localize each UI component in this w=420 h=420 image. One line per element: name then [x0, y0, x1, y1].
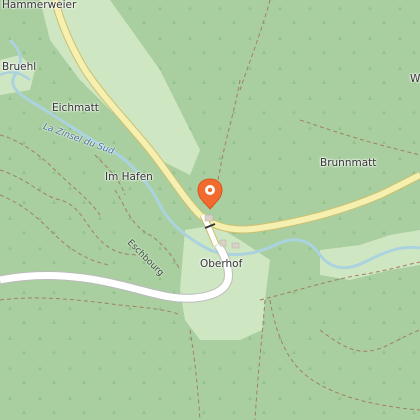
place-label-bruehl: Bruehl — [2, 61, 37, 73]
location-pin-icon[interactable] — [197, 178, 223, 210]
place-label-edge: W — [410, 73, 420, 85]
place-label-im-hafen: Im Hafen — [105, 171, 153, 183]
place-label-brunnmatt: Brunnmatt — [320, 157, 377, 169]
place-label-eichmatt: Eichmatt — [52, 102, 99, 114]
map-view[interactable]: Hammerweier Bruehl Eichmatt Im Hafen Bru… — [0, 0, 420, 420]
place-label-oberhof: Oberhof — [200, 258, 243, 270]
place-label-hammerweier: Hammerweier — [2, 0, 77, 11]
